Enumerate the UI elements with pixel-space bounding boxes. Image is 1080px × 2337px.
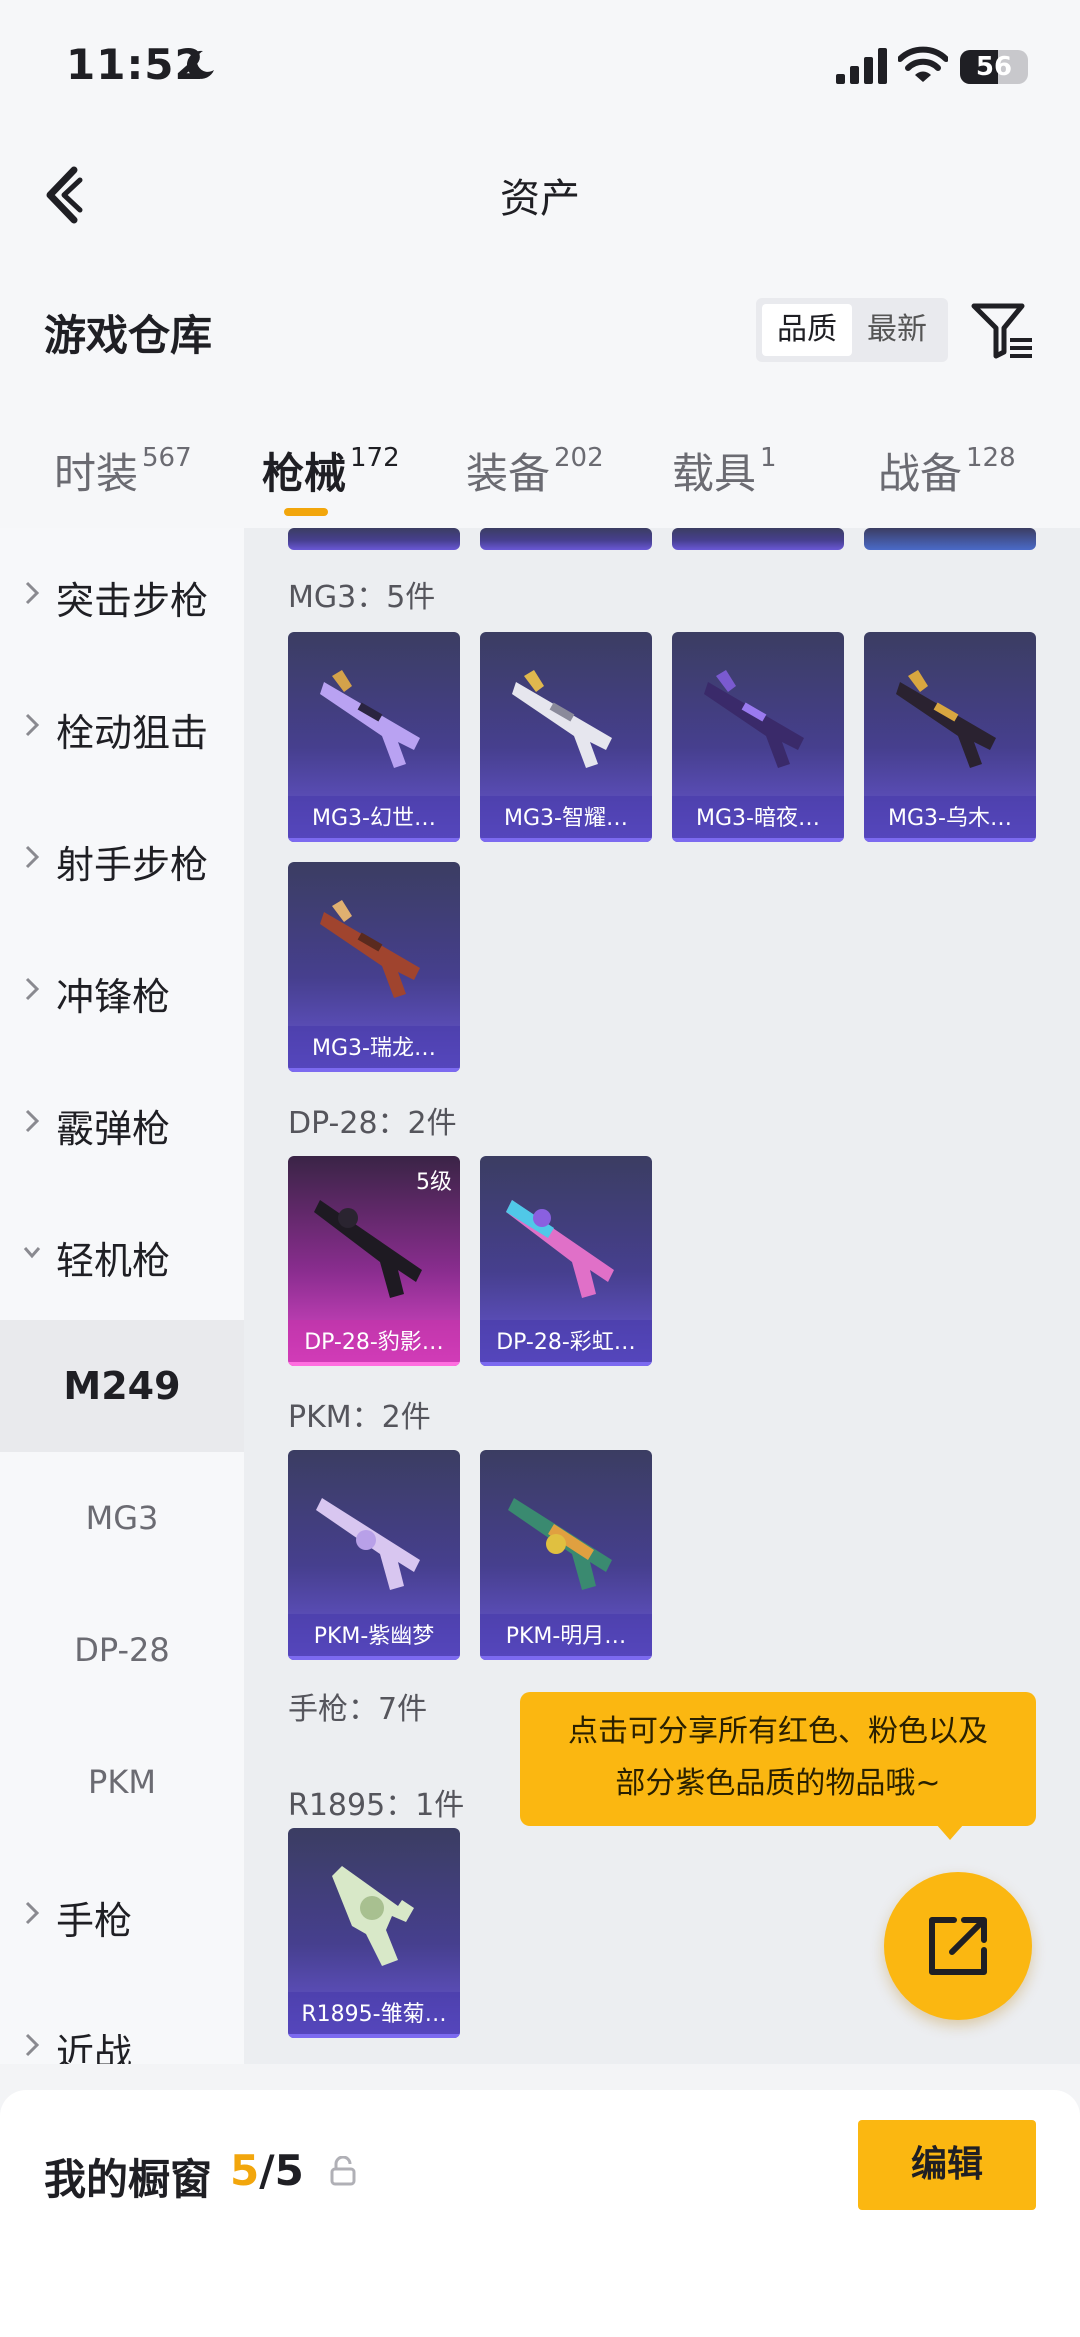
warehouse-header: 游戏仓库 品质 最新 — [0, 250, 1080, 400]
revolver-icon — [332, 1866, 414, 1966]
weapon-card-partial[interactable] — [480, 528, 652, 550]
chevron-right-icon — [25, 581, 40, 605]
battery-level: 56 — [975, 52, 1013, 82]
chevron-right-icon — [25, 1109, 40, 1133]
sidebar-item-assault-rifle[interactable]: 突击步枪 — [0, 528, 244, 660]
weapon-name: MG3-暗夜… — [672, 796, 844, 842]
machine-gun-icon — [508, 1498, 612, 1590]
weapon-name: R1895-雏菊… — [288, 1992, 460, 2038]
share-button[interactable] — [884, 1872, 1032, 2020]
tab-equipment[interactable]: 装备 202 — [466, 440, 604, 501]
chevron-down-icon — [23, 1247, 41, 1259]
weapon-name: PKM-明月… — [480, 1614, 652, 1660]
weapon-card[interactable]: MG3-瑞龙… — [288, 862, 460, 1072]
sidebar-subitem-dp28[interactable]: DP-28 — [0, 1584, 244, 1716]
page-title: 资产 — [500, 176, 580, 222]
sidebar-item-smg[interactable]: 冲锋枪 — [0, 924, 244, 1056]
sort-toggle: 品质 最新 — [756, 298, 948, 362]
showcase-bar: 我的橱窗 5/5 编辑 — [0, 2090, 1080, 2337]
showcase-label: 我的橱窗 — [44, 2155, 213, 2204]
sidebar-subitem-mg3[interactable]: MG3 — [0, 1452, 244, 1584]
sort-option-quality[interactable]: 品质 — [762, 304, 852, 356]
weapon-name: MG3-瑞龙… — [288, 1026, 460, 1072]
weapon-card[interactable]: MG3-幻世… — [288, 632, 460, 842]
chevron-right-icon — [25, 713, 40, 737]
group-title-dp28: DP-28：2件 — [288, 1106, 457, 1141]
weapon-name: DP-28-彩虹… — [480, 1320, 652, 1366]
chevron-right-icon — [25, 2033, 40, 2057]
group-title-r1895: R1895：1件 — [288, 1788, 465, 1823]
chevron-right-icon — [25, 1901, 40, 1925]
sidebar-item-shotgun[interactable]: 霰弹枪 — [0, 1056, 244, 1188]
sidebar-item-pistol[interactable]: 手枪 — [0, 1848, 244, 1980]
chevron-right-icon — [25, 977, 40, 1001]
lock-icon — [330, 2156, 356, 2186]
machine-gun-icon — [506, 1200, 614, 1298]
sidebar-subitem-pkm[interactable]: PKM — [0, 1716, 244, 1848]
active-tab-indicator — [284, 508, 328, 516]
group-title-pkm: PKM：2件 — [288, 1400, 431, 1435]
sidebar-subitem-m249[interactable]: M249 — [0, 1320, 244, 1452]
tab-vehicles[interactable]: 载具 1 — [672, 440, 777, 501]
machine-gun-icon — [704, 670, 804, 768]
nav-header: 资产 — [0, 140, 1080, 250]
weapon-card[interactable]: R1895-雏菊… — [288, 1828, 460, 2038]
machine-gun-icon — [316, 1498, 420, 1590]
battery-icon: 56 — [960, 50, 1028, 84]
showcase-count: 5/5 — [230, 2146, 304, 2195]
weapon-card[interactable]: MG3-乌木… — [864, 632, 1036, 842]
tooltip-line-2: 部分紫色品质的物品哦~ — [615, 1766, 941, 1801]
status-bar: 11:52 56 — [0, 0, 1080, 140]
machine-gun-icon — [320, 900, 420, 998]
weapon-name: DP-28-豹影… — [288, 1320, 460, 1366]
wifi-icon — [898, 46, 948, 82]
weapon-card[interactable]: DP-28-彩虹… — [480, 1156, 652, 1366]
weapon-card[interactable]: 5级 DP-28-豹影… — [288, 1156, 460, 1366]
tooltip-line-1: 点击可分享所有红色、粉色以及 — [568, 1714, 988, 1749]
share-icon — [929, 1917, 987, 1975]
filter-icon[interactable] — [970, 300, 1034, 362]
tab-combat-supplies[interactable]: 战备 128 — [878, 440, 1016, 501]
weapon-card[interactable]: PKM-明月… — [480, 1450, 652, 1660]
tab-fashion[interactable]: 时装 567 — [54, 440, 192, 501]
sidebar-item-melee[interactable]: 近战 — [0, 1980, 244, 2064]
category-tabs: 时装 567 枪械 172 装备 202 载具 1 战备 128 — [0, 400, 1080, 528]
weapon-type-sidebar: 突击步枪 栓动狙击 射手步枪 冲锋枪 霰弹枪 轻机枪 M249 MG3 DP-2… — [0, 528, 244, 2064]
sort-option-latest[interactable]: 最新 — [852, 304, 942, 356]
weapon-card-partial[interactable] — [672, 528, 844, 550]
machine-gun-icon — [320, 670, 420, 768]
cellular-signal-icon — [836, 48, 887, 84]
machine-gun-icon — [896, 670, 996, 768]
weapon-name: PKM-紫幽梦 — [288, 1614, 460, 1660]
group-title-mg3: MG3：5件 — [288, 580, 436, 615]
weapon-card[interactable]: MG3-暗夜… — [672, 632, 844, 842]
tab-firearms[interactable]: 枪械 172 — [262, 440, 400, 501]
weapon-card[interactable]: PKM-紫幽梦 — [288, 1450, 460, 1660]
machine-gun-icon — [512, 670, 612, 768]
tooltip-arrow — [936, 1824, 964, 1840]
sidebar-item-marksman-rifle[interactable]: 射手步枪 — [0, 792, 244, 924]
chevron-right-icon — [25, 845, 40, 869]
weapon-level-badge: 5级 — [416, 1170, 452, 1195]
weapon-name: MG3-幻世… — [288, 796, 460, 842]
warehouse-title: 游戏仓库 — [44, 311, 213, 360]
moon-icon — [186, 50, 214, 79]
weapon-card-partial[interactable] — [864, 528, 1036, 550]
weapon-name: MG3-智耀… — [480, 796, 652, 842]
sidebar-item-bolt-sniper[interactable]: 栓动狙击 — [0, 660, 244, 792]
weapon-name: MG3-乌木… — [864, 796, 1036, 842]
share-tooltip: 点击可分享所有红色、粉色以及 部分紫色品质的物品哦~ — [520, 1692, 1036, 1826]
weapon-card[interactable]: MG3-智耀… — [480, 632, 652, 842]
sidebar-item-lmg[interactable]: 轻机枪 — [0, 1188, 244, 1320]
group-title-pistol: 手枪：7件 — [288, 1692, 428, 1727]
weapon-card-partial[interactable] — [288, 528, 460, 550]
edit-button[interactable]: 编辑 — [858, 2120, 1036, 2210]
